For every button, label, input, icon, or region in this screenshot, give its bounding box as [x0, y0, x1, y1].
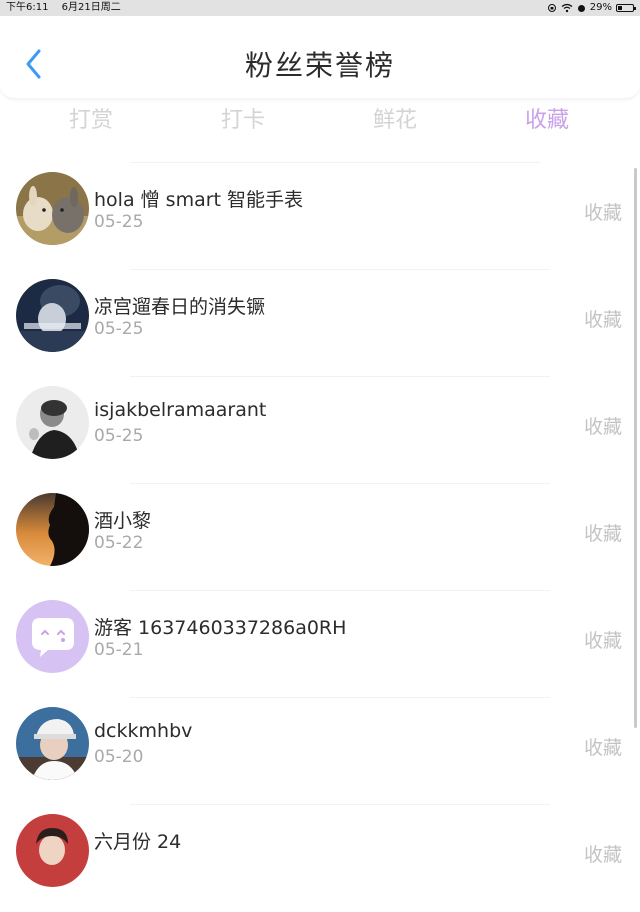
status-left: 下午6:11 6月21日周二 — [6, 0, 131, 16]
battery-percent: 29% — [589, 2, 612, 13]
fan-action: 收藏 — [583, 416, 622, 438]
avatar — [16, 172, 89, 245]
orientation-lock-icon — [547, 4, 556, 12]
fan-action: 收藏 — [583, 309, 622, 331]
fan-name: 酒小黎 — [94, 510, 152, 532]
status-right: 29% — [547, 0, 636, 16]
avatar — [16, 386, 89, 459]
battery-icon — [616, 4, 636, 12]
tab-checkin[interactable]: 打卡 — [203, 102, 283, 134]
fan-date: 05-21 — [94, 640, 144, 660]
list-item[interactable]: 酒小黎 05-22 收藏 — [0, 484, 640, 591]
list-item[interactable]: hola 憎 smart 智能手表 05-25 收藏 — [0, 163, 640, 270]
avatar — [16, 814, 89, 887]
avatar — [16, 707, 89, 780]
fan-list: hola 憎 smart 智能手表 05-25 收藏 凉宫遛春日的消失镢 05-… — [0, 163, 640, 912]
tab-flowers[interactable]: 鲜花 — [355, 102, 435, 134]
list-item[interactable]: 游客 1637460337286a0RH 05-21 收藏 — [0, 591, 640, 698]
fan-action: 收藏 — [583, 523, 622, 545]
fan-name: 六月份 24 — [94, 831, 182, 853]
fan-name: 凉宫遛春日的消失镢 — [94, 296, 266, 318]
fan-action: 收藏 — [583, 844, 622, 866]
fan-date: 05-25 — [94, 319, 144, 339]
fan-name: dckkmhbv — [94, 720, 193, 742]
fan-date: 05-20 — [94, 747, 144, 767]
fan-date: 05-25 — [94, 212, 144, 232]
tab-bar: 打赏 打卡 鲜花 收藏 — [0, 98, 640, 144]
fan-name: isjakbelramaarant — [94, 399, 267, 421]
header: 粉丝荣誉榜 — [0, 16, 640, 98]
list-item[interactable]: isjakbelramaarant 05-25 收藏 — [0, 377, 640, 484]
wifi-icon — [561, 3, 573, 13]
avatar — [16, 279, 89, 352]
battery-level — [618, 6, 622, 10]
list-item[interactable]: dckkmhbv 05-20 收藏 — [0, 698, 640, 805]
scrollbar[interactable] — [634, 168, 637, 728]
fan-action: 收藏 — [583, 630, 622, 652]
fan-action: 收藏 — [583, 202, 622, 224]
tab-favorites[interactable]: 收藏 — [507, 102, 587, 134]
tab-reward[interactable]: 打赏 — [51, 102, 131, 134]
fan-date: 05-25 — [94, 426, 144, 446]
avatar — [16, 493, 89, 566]
status-time: 下午6:11 — [6, 2, 49, 13]
alarm-icon — [577, 5, 585, 12]
avatar — [16, 600, 89, 673]
status-date: 6月21日周二 — [61, 2, 121, 13]
list-item[interactable]: 六月份 24 收藏 — [0, 805, 640, 912]
status-bar: 下午6:11 6月21日周二 29% — [0, 0, 640, 16]
fan-name: hola 憎 smart 智能手表 — [94, 189, 304, 211]
fan-date: 05-22 — [94, 533, 144, 553]
list-item[interactable]: 凉宫遛春日的消失镢 05-25 收藏 — [0, 270, 640, 377]
page-title: 粉丝荣誉榜 — [244, 49, 395, 82]
fan-name: 游客 1637460337286a0RH — [94, 617, 347, 639]
fan-action: 收藏 — [583, 737, 622, 759]
